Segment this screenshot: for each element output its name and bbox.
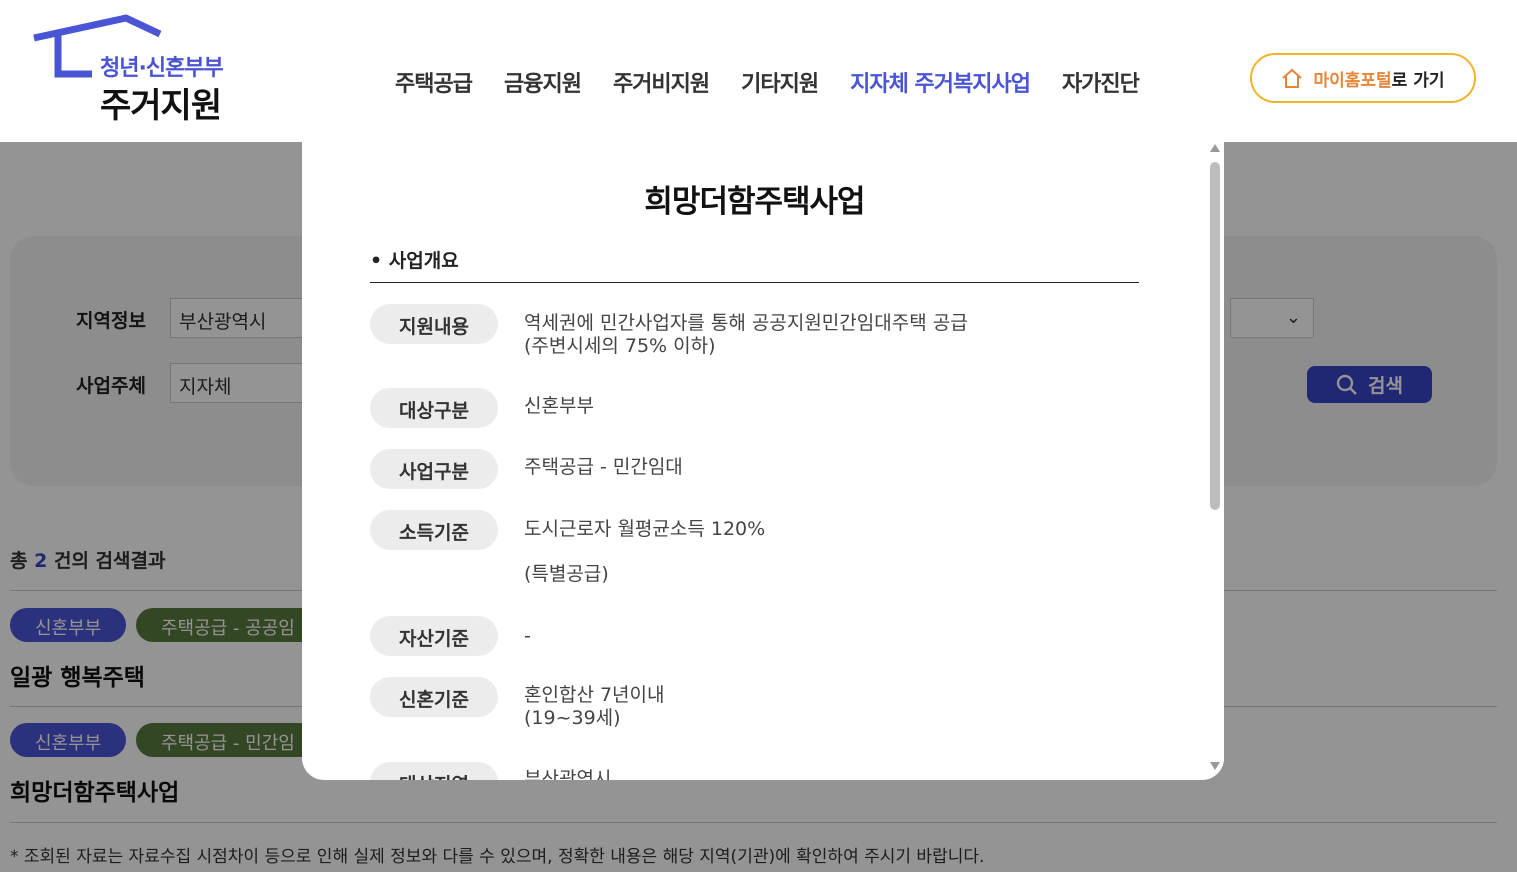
scrollbar-thumb[interactable] (1210, 162, 1220, 510)
site-header: 청년·신혼부부 주거지원 주택공급 금융지원 주거비지원 기타지원 지자체 주거… (0, 0, 1517, 142)
row-value: 부산광역시 (524, 768, 612, 780)
section-divider (370, 282, 1139, 283)
portal-suffix: 로 가기 (1391, 70, 1445, 91)
row-value: 주택공급 - 민간임대 (524, 456, 683, 478)
portal-name: 마이홈포털 (1313, 70, 1392, 91)
row-value: 신혼부부 (524, 395, 594, 417)
nav-local-welfare[interactable]: 지자체 주거복지사업 (850, 66, 1031, 98)
row-value-line: (19~39세) (524, 707, 621, 729)
row-label: 대상지역 (370, 762, 498, 780)
row-value: 혼인합산 7년이내 (19~39세) (524, 684, 665, 730)
row-value: 역세권에 민간사업자를 통해 공공지원민간임대주택 공급 (주변시세의 75% … (524, 312, 968, 358)
nav-housing-cost-support[interactable]: 주거비지원 (613, 66, 710, 98)
section-heading: • 사업개요 (370, 250, 459, 272)
detail-modal: 희망더함주택사업 • 사업개요 지원내용 역세권에 민간사업자를 통해 공공지원… (302, 142, 1224, 780)
row-value-line: (주변시세의 75% 이하) (524, 335, 716, 357)
nav-self-diagnosis[interactable]: 자가진단 (1062, 66, 1140, 98)
main-nav: 주택공급 금융지원 주거비지원 기타지원 지자체 주거복지사업 자가진단 (395, 66, 1171, 98)
myhome-portal-button[interactable]: 마이홈포털 로 가기 (1250, 53, 1476, 103)
row-label: 신혼기준 (370, 677, 498, 717)
logo-title: 주거지원 (100, 86, 222, 126)
row-label: 소득기준 (370, 510, 498, 550)
scroll-down-arrow-icon[interactable] (1210, 762, 1220, 770)
row-value-line: 도시근로자 월평균소득 120% (524, 518, 766, 540)
row-value-line: 혼인합산 7년이내 (524, 684, 665, 706)
nav-other-support[interactable]: 기타지원 (741, 66, 819, 98)
modal-scrollbar[interactable] (1205, 142, 1224, 780)
site-logo[interactable]: 청년·신혼부부 주거지원 (30, 14, 260, 126)
row-value: - (524, 625, 531, 647)
home-icon (1282, 68, 1303, 88)
row-label: 자산기준 (370, 616, 498, 656)
nav-finance-support[interactable]: 금융지원 (504, 66, 582, 98)
nav-housing-supply[interactable]: 주택공급 (395, 66, 473, 98)
row-label: 대상구분 (370, 388, 498, 428)
modal-title: 희망더함주택사업 (644, 184, 865, 220)
row-label: 지원내용 (370, 304, 498, 344)
row-label: 사업구분 (370, 449, 498, 489)
row-value: 도시근로자 월평균소득 120% (특별공급) (524, 518, 765, 586)
scroll-up-arrow-icon[interactable] (1210, 144, 1220, 152)
row-value-line: 역세권에 민간사업자를 통해 공공지원민간임대주택 공급 (524, 312, 968, 334)
row-value-line: (특별공급) (524, 563, 609, 585)
